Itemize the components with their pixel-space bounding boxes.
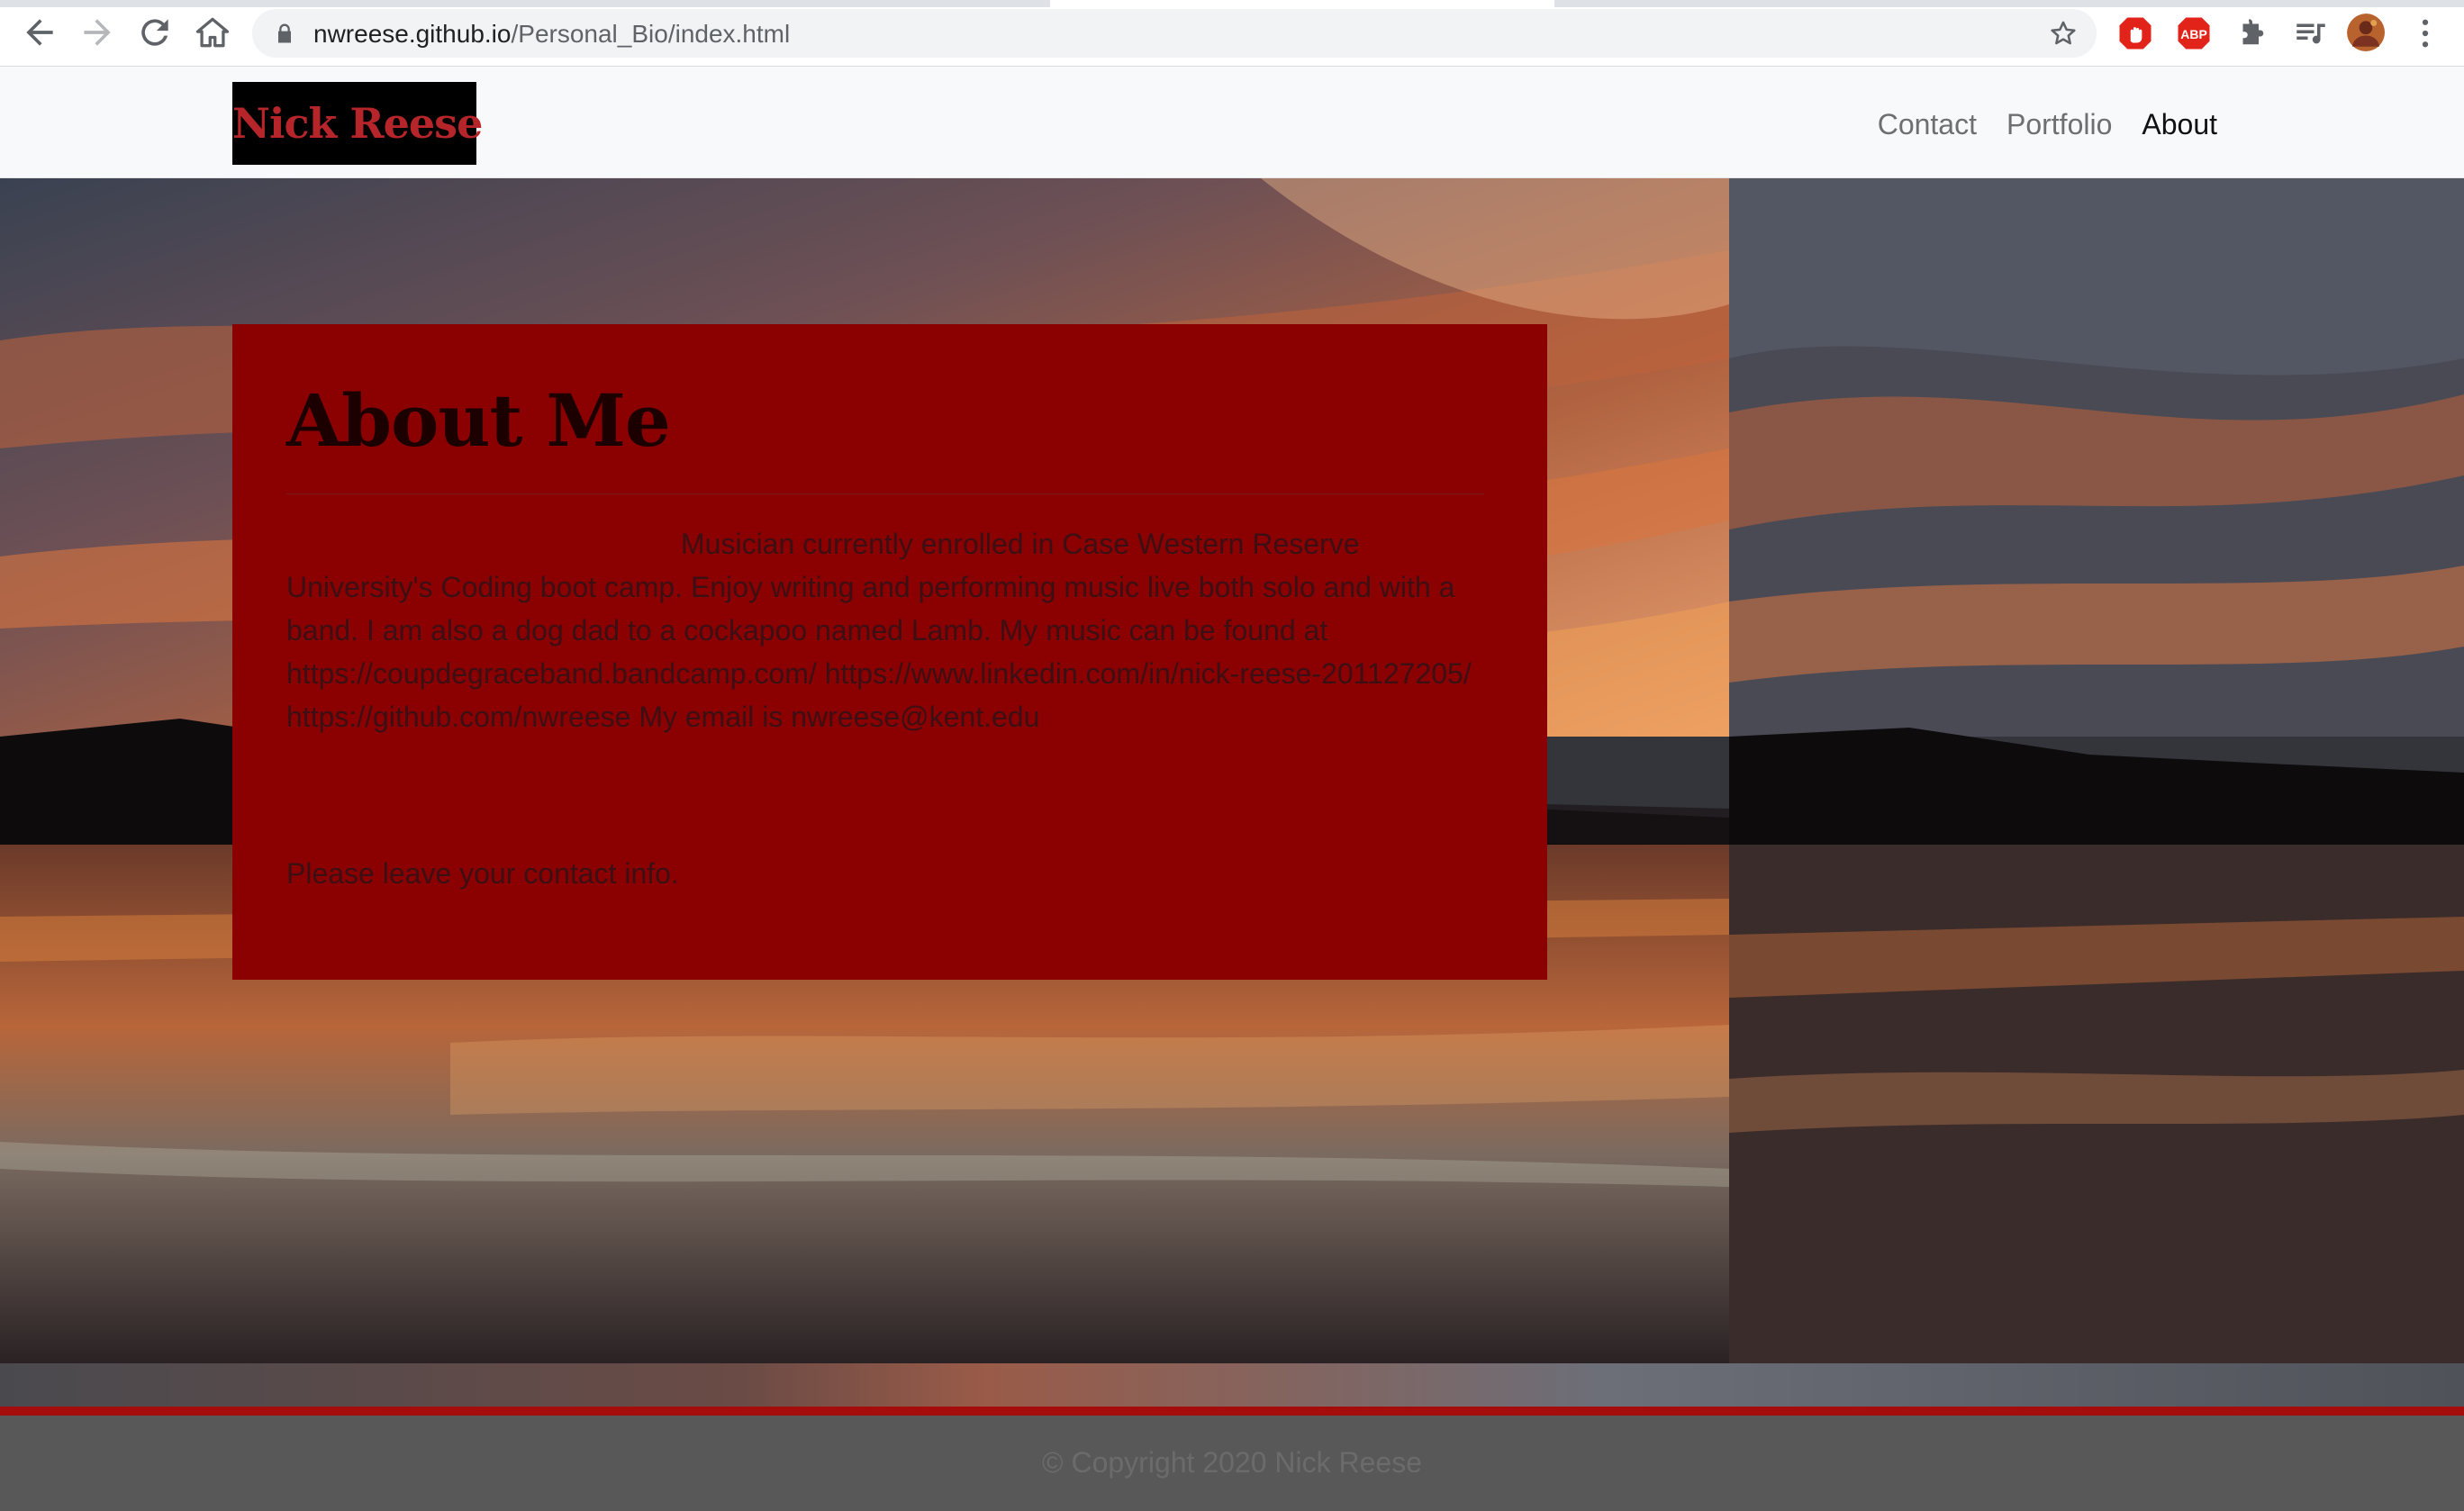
nav-contact-link[interactable]: Contact xyxy=(1878,106,1977,142)
forward-arrow-icon[interactable] xyxy=(77,13,117,52)
tab-strip xyxy=(0,0,2464,7)
tree-line-repeat xyxy=(1729,728,2464,872)
nav-about-link[interactable]: About xyxy=(2142,106,2217,142)
photo-bottom-strip xyxy=(0,1363,2464,1407)
adblock-hand-icon[interactable] xyxy=(2116,14,2154,52)
abp-icon[interactable]: ABP xyxy=(2175,14,2213,52)
contact-prompt: Please leave your contact info. xyxy=(286,857,679,890)
back-arrow-icon[interactable] xyxy=(20,13,59,52)
nav-links: Contact Portfolio About xyxy=(1848,106,2217,142)
about-card: About Me Musician currently enrolled in … xyxy=(232,324,1547,980)
about-bio-text: Musician currently enrolled in Case West… xyxy=(286,528,1472,733)
footer-accent-bar xyxy=(0,1407,2464,1416)
heading-divider xyxy=(286,493,1484,494)
copyright-text: © Copyright 2020 Nick Reese xyxy=(1042,1446,1422,1479)
more-vert-icon[interactable] xyxy=(2406,14,2444,52)
address-bar[interactable]: nwreese.github.io/Personal_Bio/index.htm… xyxy=(252,9,2097,58)
url-path: /Personal_Bio/index.html xyxy=(511,20,791,48)
nav-portfolio-link[interactable]: Portfolio xyxy=(2007,106,2112,142)
sky-repeat xyxy=(1729,178,2464,737)
about-heading: About Me xyxy=(286,378,671,463)
bookmark-star-icon[interactable] xyxy=(2048,18,2079,49)
home-icon[interactable] xyxy=(193,13,232,52)
lake-water-repeat xyxy=(1729,845,2464,1363)
active-tab-edge xyxy=(1050,0,1554,7)
url-host: nwreese.github.io xyxy=(313,20,512,48)
extensions-puzzle-icon[interactable] xyxy=(2233,14,2271,52)
url-text[interactable]: nwreese.github.io/Personal_Bio/index.htm… xyxy=(313,20,790,49)
site-navbar: Nick Reese Contact Portfolio About xyxy=(0,67,2464,178)
reload-icon[interactable] xyxy=(135,13,175,52)
about-bio: Musician currently enrolled in Case West… xyxy=(286,522,1493,738)
svg-text:ABP: ABP xyxy=(2180,27,2207,41)
sunset-lake-photo-repeat xyxy=(1729,178,2464,1363)
lock-icon[interactable] xyxy=(272,21,297,46)
profile-avatar[interactable] xyxy=(2347,14,2387,53)
media-playlist-icon[interactable] xyxy=(2292,14,2330,52)
browser-toolbar: nwreese.github.io/Personal_Bio/index.htm… xyxy=(0,0,2464,67)
footer: © Copyright 2020 Nick Reese xyxy=(0,1416,2464,1511)
brand-logo[interactable]: Nick Reese xyxy=(232,82,483,165)
